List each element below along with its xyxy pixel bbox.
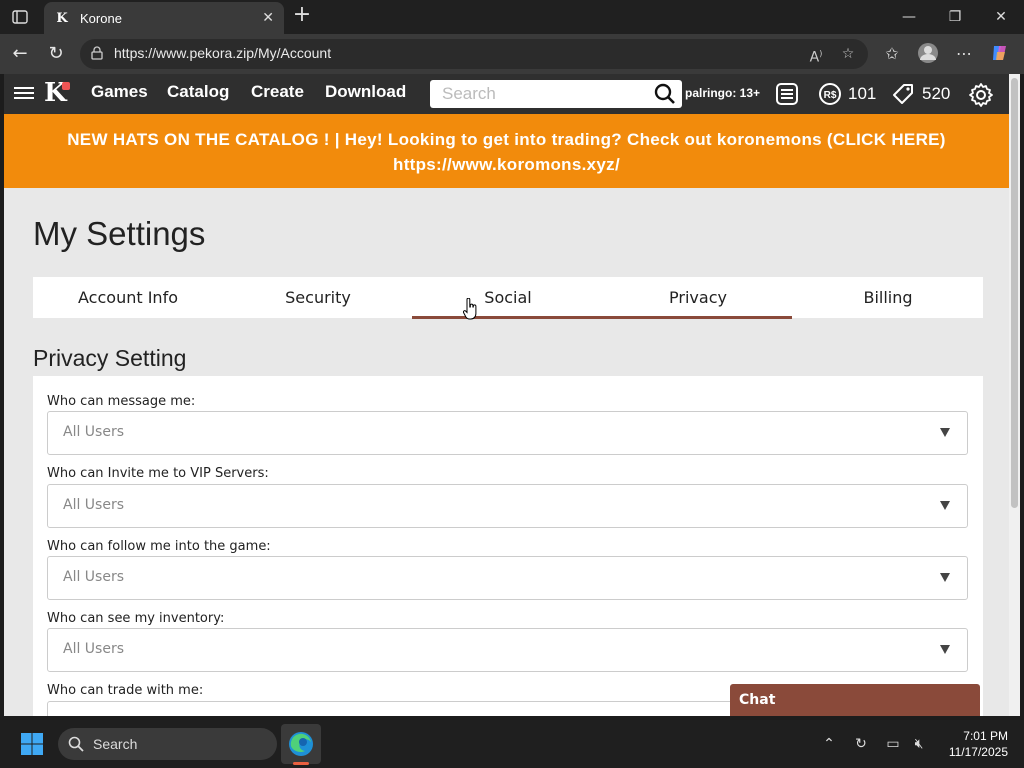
- system-clock[interactable]: 7:01 PM 11/17/2025: [930, 728, 1008, 760]
- close-window-icon[interactable]: ✕: [978, 4, 1024, 30]
- inventory-select[interactable]: All Users: [47, 628, 968, 672]
- minimize-icon[interactable]: —: [886, 4, 932, 30]
- volume-muted-icon[interactable]: 🔇︎: [909, 734, 929, 754]
- follow-label: Who can follow me into the game:: [47, 539, 271, 554]
- feed-list-icon[interactable]: [775, 82, 799, 106]
- profile-avatar[interactable]: [916, 42, 940, 66]
- message-select-value: All Users: [63, 424, 125, 440]
- chevron-down-icon: [940, 573, 950, 582]
- site-search-input[interactable]: [430, 80, 640, 108]
- tix-balance[interactable]: 520: [890, 80, 950, 108]
- inventory-select-value: All Users: [63, 641, 125, 657]
- privacy-settings-panel: Who can message me: All Users Who can In…: [33, 376, 983, 716]
- follow-select-value: All Users: [63, 569, 125, 585]
- taskbar-search-label: Search: [93, 736, 138, 752]
- browser-tab-title: Korone: [80, 10, 122, 26]
- new-tab-icon[interactable]: +: [290, 4, 314, 28]
- trade-label: Who can trade with me:: [47, 683, 204, 698]
- site-navbar: K Games Catalog Create Download palringo…: [4, 74, 1009, 114]
- username-label[interactable]: palringo: 13+: [685, 86, 760, 100]
- chevron-down-icon: [940, 501, 950, 510]
- nav-download[interactable]: Download: [325, 82, 406, 102]
- favorites-icon[interactable]: ✩: [880, 42, 904, 66]
- site-search-box: [430, 80, 682, 108]
- edge-icon: [289, 732, 313, 756]
- clock-date: 11/17/2025: [948, 745, 1008, 759]
- vip-invite-select-value: All Users: [63, 497, 125, 513]
- chevron-down-icon: [940, 428, 950, 437]
- hand-cursor-icon: [463, 298, 477, 320]
- hamburger-menu-icon[interactable]: [14, 84, 34, 102]
- search-icon: [68, 736, 84, 752]
- svg-text:R$: R$: [824, 90, 837, 101]
- copilot-icon[interactable]: [988, 42, 1012, 66]
- chevron-down-icon: [940, 645, 950, 654]
- page-title: My Settings: [33, 215, 206, 252]
- section-title: Privacy Setting: [33, 345, 187, 371]
- taskbar-search[interactable]: Search: [58, 728, 277, 760]
- back-icon[interactable]: ←: [8, 42, 32, 66]
- vip-invite-select[interactable]: All Users: [47, 484, 968, 528]
- browser-tab[interactable]: K Korone ✕: [44, 2, 284, 34]
- tab-account-info[interactable]: Account Info: [33, 277, 223, 318]
- settings-gear-icon[interactable]: [968, 82, 994, 108]
- clock-time: 7:01 PM: [963, 729, 1008, 743]
- windows-taskbar: Search ⌃ ↻ ▭ 🔇︎ 7:01 PM 11/17/2025: [0, 720, 1024, 768]
- inventory-label: Who can see my inventory:: [47, 611, 225, 626]
- network-icon[interactable]: ▭: [883, 734, 903, 754]
- browser-toolbar: ← ↻ https://www.pekora.zip/My/Account A)…: [0, 34, 1024, 74]
- nav-games[interactable]: Games: [91, 82, 148, 102]
- vip-invite-label: Who can Invite me to VIP Servers:: [47, 466, 269, 481]
- nav-catalog[interactable]: Catalog: [167, 82, 229, 102]
- follow-select[interactable]: All Users: [47, 556, 968, 600]
- tab-social[interactable]: Social: [413, 277, 603, 318]
- chat-panel-button[interactable]: Chat: [730, 684, 980, 716]
- announcement-banner[interactable]: NEW HATS ON THE CATALOG ! | Hey! Looking…: [4, 114, 1009, 188]
- ticket-icon: [893, 84, 913, 104]
- restore-icon[interactable]: ❐: [932, 4, 978, 30]
- read-aloud-icon[interactable]: A): [806, 44, 826, 66]
- favorite-star-icon[interactable]: ☆: [838, 44, 858, 64]
- active-app-indicator: [293, 762, 309, 765]
- korone-favicon-icon: K: [56, 10, 68, 26]
- address-bar[interactable]: https://www.pekora.zip/My/Account A) ☆: [80, 39, 868, 69]
- tix-amount: 520: [922, 84, 951, 103]
- sync-update-icon[interactable]: ↻: [851, 734, 871, 754]
- nav-create[interactable]: Create: [251, 82, 304, 102]
- tab-billing[interactable]: Billing: [793, 277, 983, 318]
- web-page: K Games Catalog Create Download palringo…: [4, 74, 1009, 716]
- message-select[interactable]: All Users: [47, 411, 968, 455]
- scrollbar-thumb[interactable]: [1011, 78, 1018, 508]
- url-text[interactable]: https://www.pekora.zip/My/Account: [114, 45, 331, 61]
- message-label: Who can message me:: [47, 394, 196, 409]
- browser-tab-bar: K Korone ✕ + — ❐ ✕: [0, 0, 1024, 34]
- korone-logo[interactable]: K: [44, 78, 74, 108]
- tab-actions-icon[interactable]: [8, 6, 32, 28]
- search-icon[interactable]: [654, 83, 676, 105]
- tab-security[interactable]: Security: [223, 277, 413, 318]
- site-info-icon[interactable]: [90, 46, 104, 60]
- windows-start-icon[interactable]: [20, 732, 44, 756]
- settings-tabs: Account Info Security Social Privacy Bil…: [33, 277, 983, 319]
- refresh-icon[interactable]: ↻: [44, 42, 68, 66]
- more-menu-icon[interactable]: ⋯: [952, 42, 976, 66]
- show-hidden-icons-chevron-up-icon[interactable]: ⌃: [819, 734, 839, 754]
- close-tab-icon[interactable]: ✕: [262, 10, 274, 26]
- robux-icon: R$: [819, 83, 841, 105]
- robux-amount: 101: [848, 84, 877, 103]
- page-scrollbar[interactable]: [1009, 74, 1020, 716]
- robux-balance[interactable]: R$ 101: [818, 80, 876, 108]
- edge-taskbar-button[interactable]: [281, 724, 321, 764]
- tab-privacy[interactable]: Privacy: [603, 277, 793, 318]
